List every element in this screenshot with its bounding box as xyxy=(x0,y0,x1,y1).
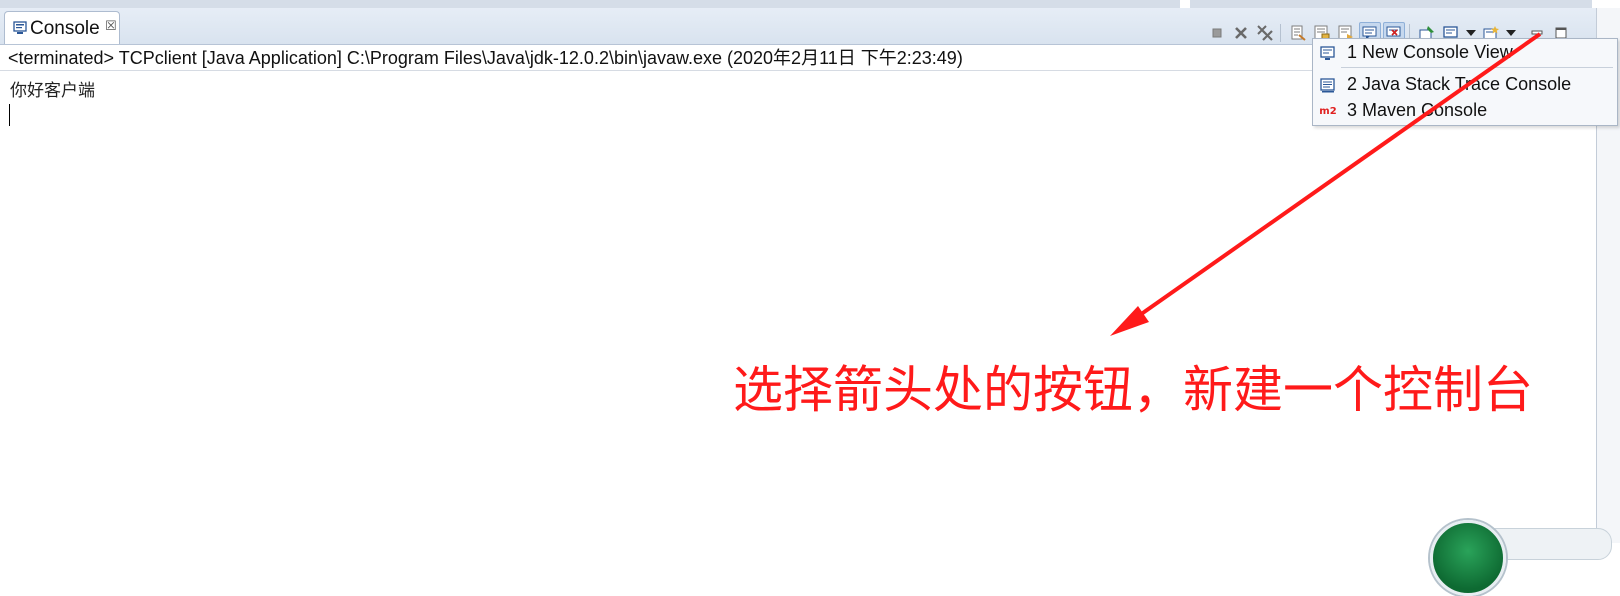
menu-separator xyxy=(1341,67,1613,68)
menu-item-label: 1 New Console View xyxy=(1347,42,1513,62)
remove-all-terminated-icon[interactable] xyxy=(1254,22,1276,44)
floating-widget-ball[interactable] xyxy=(1430,520,1506,596)
top-strip xyxy=(0,0,1620,8)
menu-item-maven-console[interactable]: m2 3 Maven Console xyxy=(1313,99,1617,123)
menu-item-label: 3 Maven Console xyxy=(1347,100,1488,120)
open-console-menu: 1 New Console View 2 Java Stack Trace Co… xyxy=(1312,38,1618,126)
menu-item-java-stack-trace-console[interactable]: 2 Java Stack Trace Console xyxy=(1313,73,1617,97)
console-output-line: 你好客户端 xyxy=(10,81,95,101)
menu-item-new-console-view[interactable]: 1 New Console View xyxy=(1313,41,1617,65)
menu-item-label: 2 Java Stack Trace Console xyxy=(1347,74,1572,94)
close-icon[interactable]: ☒ xyxy=(105,18,117,34)
top-strip-gap-right xyxy=(1592,0,1620,8)
console-view-icon xyxy=(1319,45,1337,61)
text-caret xyxy=(9,104,10,126)
console-output-area[interactable]: 你好客户端 xyxy=(0,72,1596,543)
annotation-text: 选择箭头处的按钮，新建一个控制台 xyxy=(733,361,1533,419)
top-strip-gap xyxy=(1180,0,1190,8)
remove-launch-icon[interactable] xyxy=(1230,22,1252,44)
tab-console[interactable]: Console ☒ xyxy=(4,11,120,44)
clear-console-icon[interactable] xyxy=(1287,22,1309,44)
terminate-icon[interactable] xyxy=(1206,22,1228,44)
tab-console-label: Console xyxy=(30,18,100,39)
console-icon xyxy=(13,21,27,35)
maven-m2-icon: m2 xyxy=(1319,105,1337,117)
stack-trace-console-icon xyxy=(1319,77,1337,93)
toolbar-separator xyxy=(1280,24,1281,42)
